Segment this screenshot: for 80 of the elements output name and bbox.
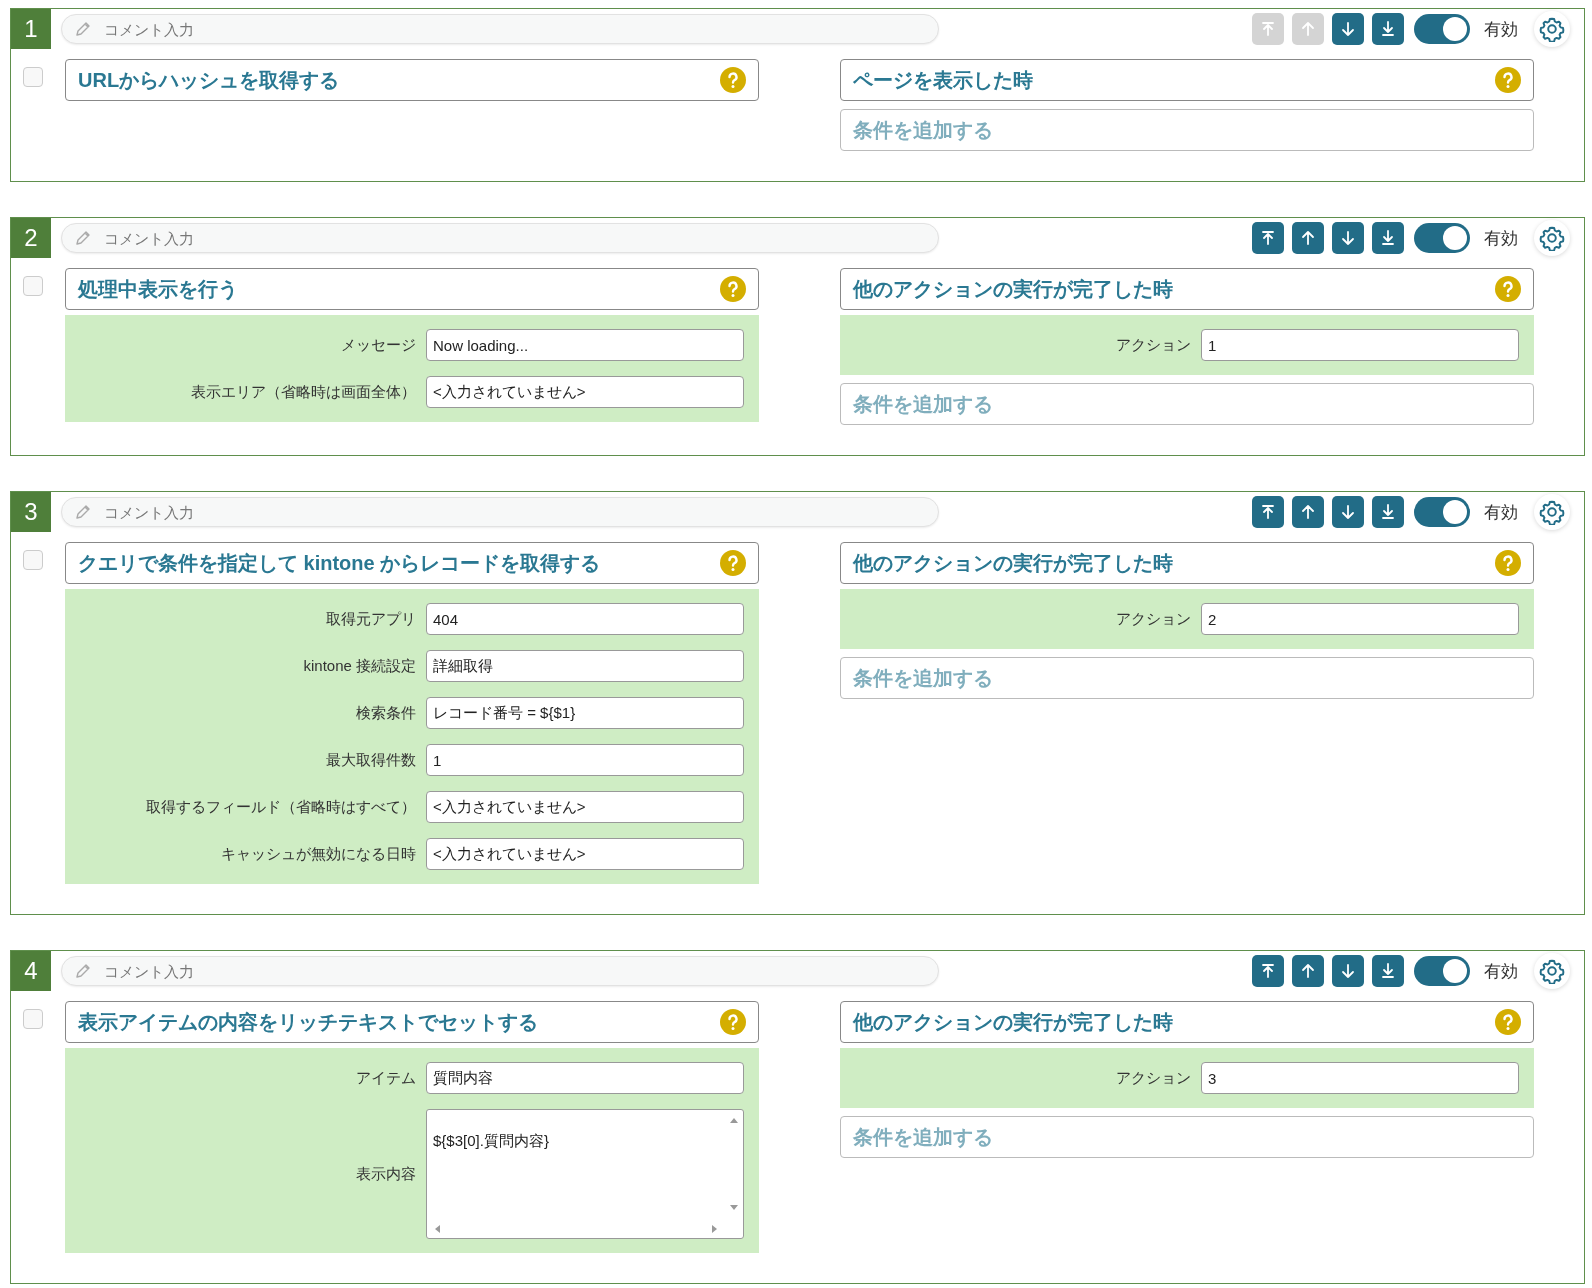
text-field[interactable]: <入力されていません> bbox=[426, 838, 744, 870]
move-down-button[interactable] bbox=[1332, 13, 1364, 45]
pencil-icon bbox=[74, 503, 92, 521]
field-label: 表示内容 bbox=[355, 1164, 416, 1184]
action-title-box[interactable]: 他のアクションの実行が完了した時 bbox=[840, 542, 1534, 584]
settings-button[interactable] bbox=[1534, 220, 1570, 256]
pencil-icon bbox=[74, 20, 92, 38]
field-label: kintone 接続設定 bbox=[302, 656, 416, 676]
enabled-label: 有効 bbox=[1484, 227, 1518, 250]
rule-number: 1 bbox=[11, 9, 51, 49]
pencil-icon bbox=[74, 962, 92, 980]
enabled-toggle[interactable] bbox=[1414, 223, 1470, 253]
text-field[interactable]: 2 bbox=[1201, 603, 1519, 635]
row-checkbox[interactable] bbox=[23, 1009, 43, 1029]
text-field[interactable]: 詳細取得 bbox=[426, 650, 744, 682]
text-field[interactable]: 質問内容 bbox=[426, 1062, 744, 1094]
comment-field[interactable]: コメント入力 bbox=[61, 223, 939, 253]
move-up-button[interactable] bbox=[1292, 222, 1324, 254]
enabled-label: 有効 bbox=[1484, 501, 1518, 524]
text-field[interactable]: Now loading... bbox=[426, 329, 744, 361]
enabled-label: 有効 bbox=[1484, 960, 1518, 983]
move-up-button[interactable] bbox=[1292, 955, 1324, 987]
comment-field[interactable]: コメント入力 bbox=[61, 956, 939, 986]
field-label: アクション bbox=[1115, 609, 1191, 629]
move-down-button[interactable] bbox=[1332, 496, 1364, 528]
settings-icon bbox=[1539, 16, 1565, 42]
action-title-box[interactable]: URLからハッシュを取得する bbox=[65, 59, 759, 101]
pencil-icon bbox=[74, 229, 92, 247]
move-down-button[interactable] bbox=[1332, 955, 1364, 987]
action-title-box[interactable]: 他のアクションの実行が完了した時 bbox=[840, 268, 1534, 310]
text-field[interactable]: <入力されていません> bbox=[426, 376, 744, 408]
settings-button[interactable] bbox=[1534, 11, 1570, 47]
settings-icon bbox=[1539, 225, 1565, 251]
text-field[interactable]: レコード番号 = ${$1} bbox=[426, 697, 744, 729]
field-label: 最大取得件数 bbox=[325, 750, 416, 770]
enabled-toggle[interactable] bbox=[1414, 956, 1470, 986]
move-to-top-button[interactable] bbox=[1252, 955, 1284, 987]
enabled-label: 有効 bbox=[1484, 18, 1518, 41]
move-to-top-button[interactable] bbox=[1252, 222, 1284, 254]
settings-icon bbox=[1539, 958, 1565, 984]
field-label: 検索条件 bbox=[355, 703, 416, 723]
field-label: アクション bbox=[1115, 335, 1191, 355]
field-label: 取得元アプリ bbox=[325, 609, 416, 629]
action-title-box[interactable]: クエリで条件を指定して kintone からレコードを取得する bbox=[65, 542, 759, 584]
text-area[interactable]: ${$3[0].質問内容} bbox=[426, 1109, 744, 1239]
text-field[interactable]: 1 bbox=[426, 744, 744, 776]
enabled-toggle[interactable] bbox=[1414, 14, 1470, 44]
action-title-box[interactable]: 処理中表示を行う bbox=[65, 268, 759, 310]
move-to-top-button[interactable] bbox=[1252, 496, 1284, 528]
move-to-bottom-button[interactable] bbox=[1372, 955, 1404, 987]
field-label: メッセージ bbox=[340, 335, 416, 355]
comment-field[interactable]: コメント入力 bbox=[61, 14, 939, 44]
settings-button[interactable] bbox=[1534, 494, 1570, 530]
row-checkbox[interactable] bbox=[23, 550, 43, 570]
settings-button[interactable] bbox=[1534, 953, 1570, 989]
action-title-box[interactable]: 表示アイテムの内容をリッチテキストでセットする bbox=[65, 1001, 759, 1043]
move-to-bottom-button[interactable] bbox=[1372, 496, 1404, 528]
row-checkbox[interactable] bbox=[23, 276, 43, 296]
move-down-button[interactable] bbox=[1332, 222, 1364, 254]
enabled-toggle[interactable] bbox=[1414, 497, 1470, 527]
move-up-button[interactable] bbox=[1292, 496, 1324, 528]
action-title-box[interactable]: 他のアクションの実行が完了した時 bbox=[840, 1001, 1534, 1043]
move-to-bottom-button[interactable] bbox=[1372, 13, 1404, 45]
text-field[interactable]: 3 bbox=[1201, 1062, 1519, 1094]
rule-number: 2 bbox=[11, 218, 51, 258]
text-field[interactable]: <入力されていません> bbox=[426, 791, 744, 823]
field-label: 表示エリア（省略時は画面全体） bbox=[190, 382, 416, 402]
field-label: アイテム bbox=[355, 1068, 416, 1088]
field-label: アクション bbox=[1115, 1068, 1191, 1088]
text-field[interactable]: 1 bbox=[1201, 329, 1519, 361]
row-checkbox[interactable] bbox=[23, 67, 43, 87]
field-label: キャッシュが無効になる日時 bbox=[220, 844, 416, 864]
rule-number: 4 bbox=[11, 951, 51, 991]
rule-number: 3 bbox=[11, 492, 51, 532]
comment-field[interactable]: コメント入力 bbox=[61, 497, 939, 527]
text-field[interactable]: 404 bbox=[426, 603, 744, 635]
field-label: 取得するフィールド（省略時はすべて） bbox=[145, 797, 416, 817]
move-to-bottom-button[interactable] bbox=[1372, 222, 1404, 254]
action-title-box[interactable]: ページを表示した時 bbox=[840, 59, 1534, 101]
settings-icon bbox=[1539, 499, 1565, 525]
